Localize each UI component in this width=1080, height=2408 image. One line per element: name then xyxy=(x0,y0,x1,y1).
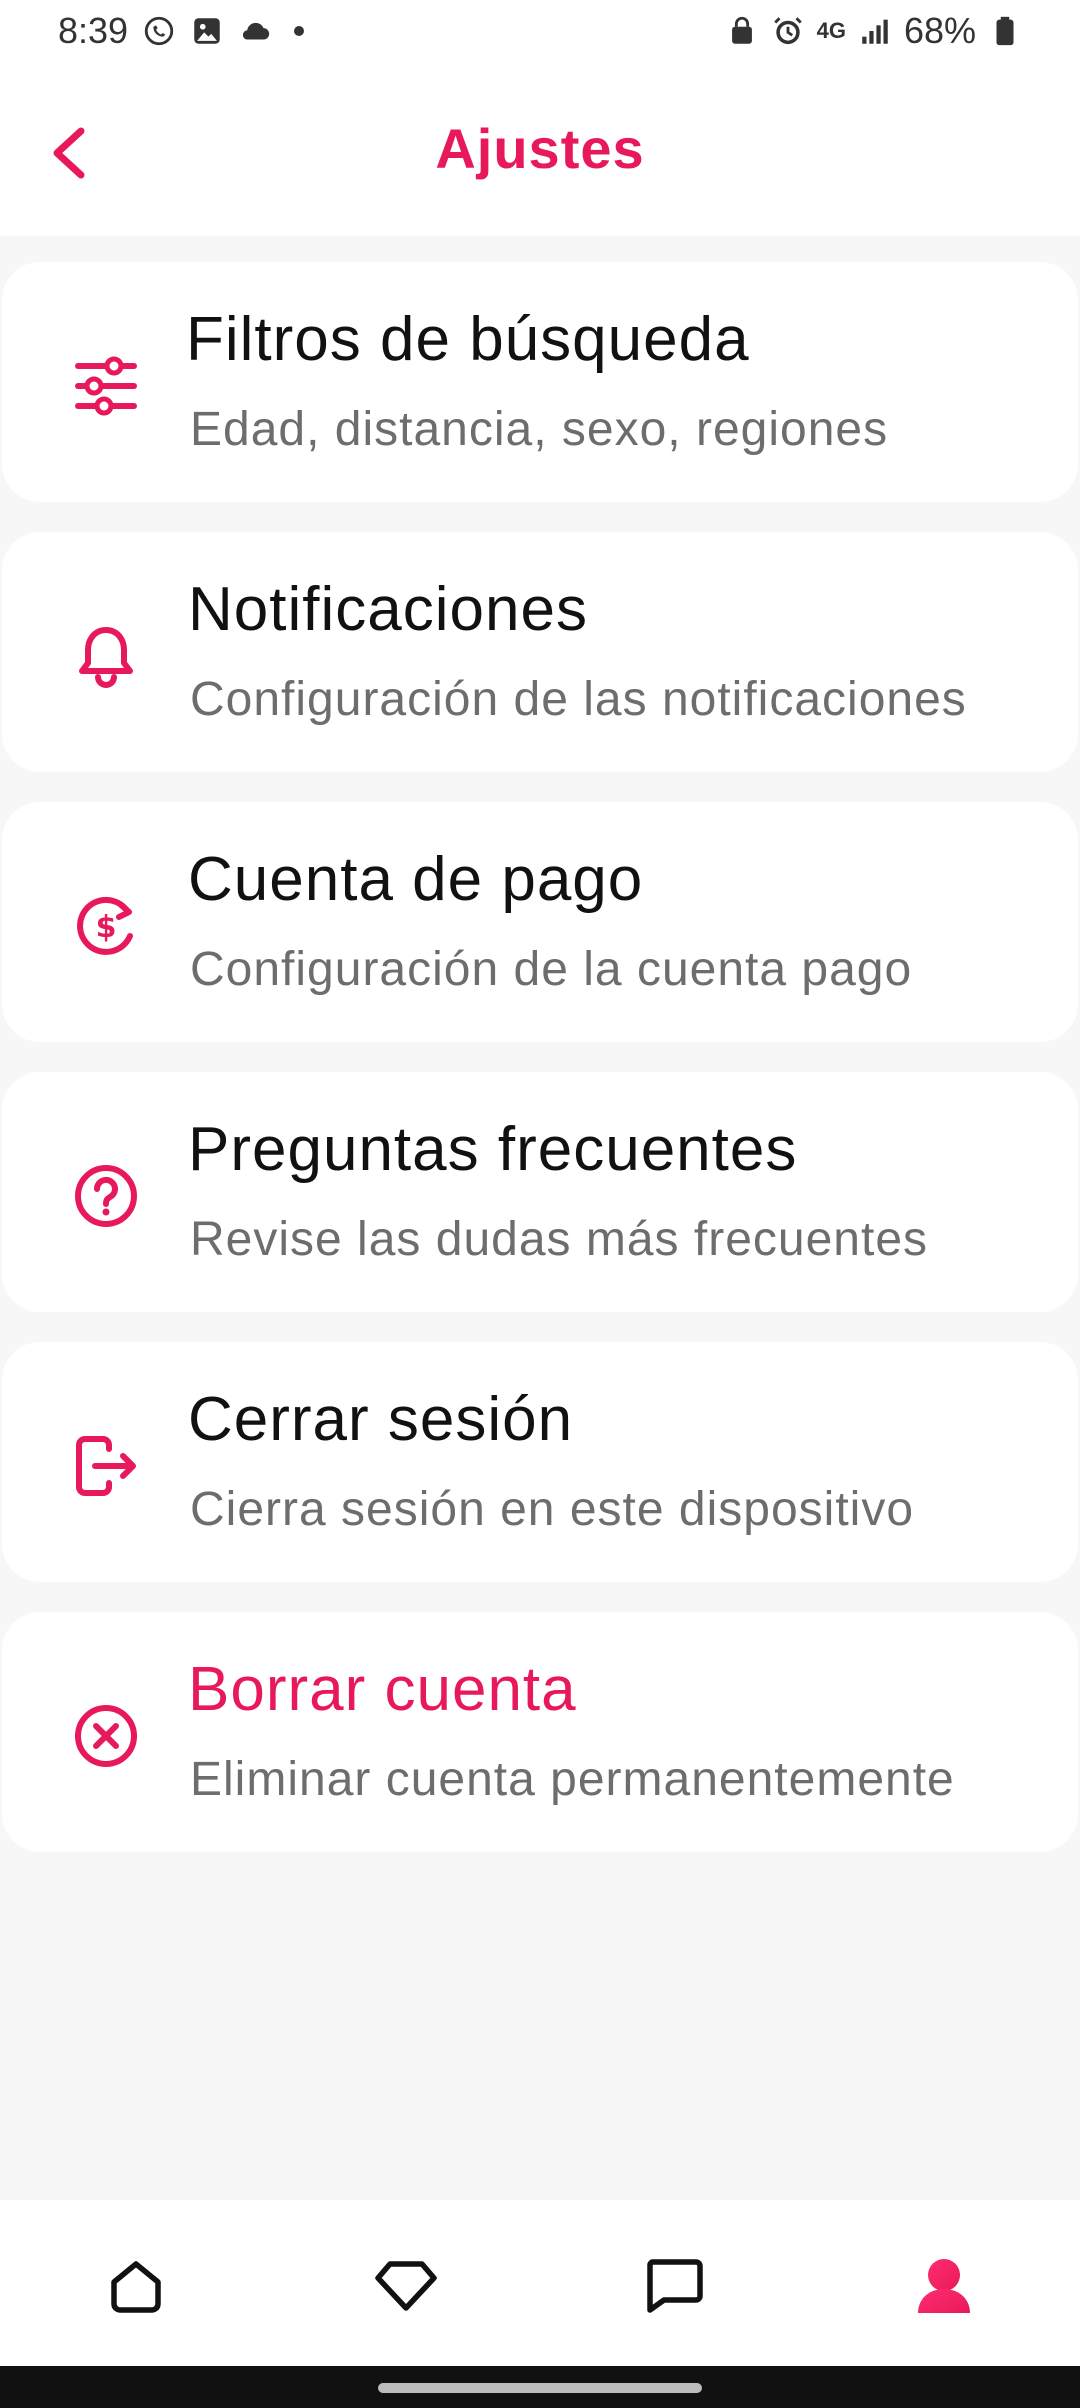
settings-item-title: Preguntas frecuentes xyxy=(188,1115,798,1184)
bottom-nav xyxy=(0,2200,1080,2366)
signal-icon xyxy=(862,19,888,44)
page-title: Ajustes xyxy=(435,117,645,180)
logout-icon xyxy=(70,1430,142,1502)
settings-item-title: Cuenta de pago xyxy=(188,845,644,914)
settings-item-subtitle: Configuración de la cuenta pago xyxy=(190,943,913,996)
cloud-icon xyxy=(242,22,270,40)
battery-icon xyxy=(996,16,1014,46)
diamond-icon xyxy=(375,2261,437,2311)
settings-item-subtitle: Configuración de las notificaciones xyxy=(190,673,967,726)
svg-text:$: $ xyxy=(96,910,117,945)
settings-item-payment-account[interactable]: $ Cuenta de pago Configuración de la cue… xyxy=(2,802,1078,1042)
more-notifications-icon xyxy=(294,26,305,36)
settings-item-title: Borrar cuenta xyxy=(188,1655,577,1724)
nav-profile[interactable] xyxy=(904,2246,984,2326)
sliders-icon xyxy=(70,350,142,422)
profile-icon xyxy=(918,2259,970,2313)
settings-item-notifications[interactable]: Notificaciones Configuración de las noti… xyxy=(2,532,1078,772)
settings-item-delete-account[interactable]: Borrar cuenta Eliminar cuenta permanente… xyxy=(2,1612,1078,1852)
home-icon xyxy=(111,2261,161,2313)
settings-item-subtitle: Eliminar cuenta permanentemente xyxy=(190,1753,955,1806)
status-bar: 8:39 4G 68% xyxy=(0,0,1080,64)
settings-item-logout[interactable]: Cerrar sesión Cierra sesión en este disp… xyxy=(2,1342,1078,1582)
network-type: 4G xyxy=(816,18,846,43)
settings-item-title: Cerrar sesión xyxy=(188,1385,574,1454)
status-left: 8:39 xyxy=(58,10,305,52)
settings-item-search-filters[interactable]: Filtros de búsqueda Edad, distancia, sex… xyxy=(2,262,1078,502)
home-gesture-handle[interactable] xyxy=(378,2383,702,2393)
gallery-icon xyxy=(194,18,220,44)
settings-item-subtitle: Revise las dudas más frecuentes xyxy=(190,1213,929,1266)
lock-icon xyxy=(731,16,752,44)
settings-item-subtitle: Edad, distancia, sexo, regiones xyxy=(190,403,889,456)
battery-percent: 68% xyxy=(903,10,976,51)
settings-item-title: Filtros de búsqueda xyxy=(186,305,750,374)
nav-chat[interactable] xyxy=(634,2246,714,2326)
bell-icon xyxy=(70,620,142,692)
question-circle-icon xyxy=(70,1160,142,1232)
status-right: 4G 68% xyxy=(725,10,1022,52)
settings-item-subtitle: Cierra sesión en este dispositivo xyxy=(190,1483,915,1536)
close-circle-icon xyxy=(70,1700,142,1772)
system-gesture-bar xyxy=(0,2366,1080,2408)
chat-icon xyxy=(647,2259,703,2313)
app-header: Ajustes xyxy=(0,64,1080,236)
payment-cycle-icon: $ xyxy=(70,890,142,962)
settings-item-title: Notificaciones xyxy=(188,575,588,644)
alarm-icon xyxy=(773,17,802,45)
nav-home[interactable] xyxy=(96,2246,176,2326)
whatsapp-icon xyxy=(144,16,174,46)
nav-premium[interactable] xyxy=(366,2246,446,2326)
status-time: 8:39 xyxy=(58,10,129,51)
settings-item-faq[interactable]: Preguntas frecuentes Revise las dudas má… xyxy=(2,1072,1078,1312)
